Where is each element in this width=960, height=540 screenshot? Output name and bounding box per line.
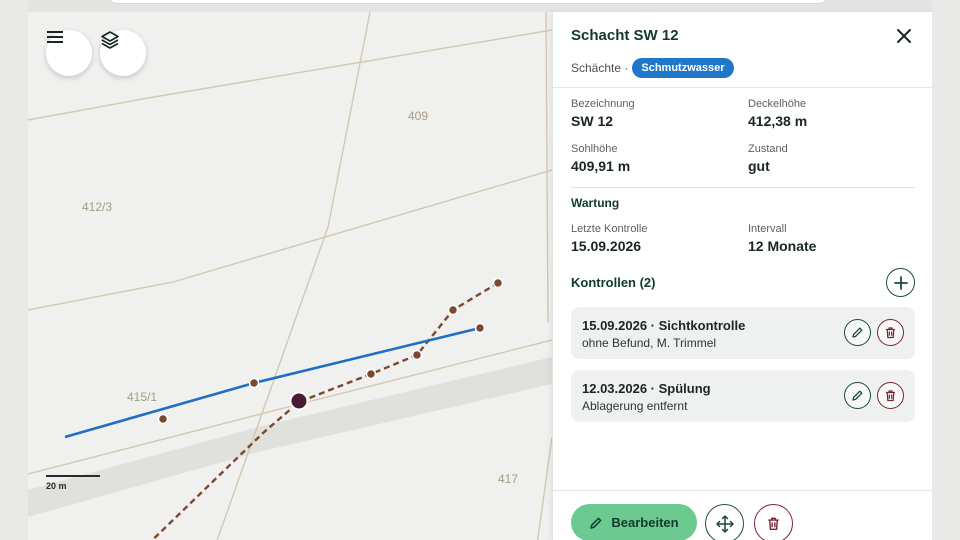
trash-icon xyxy=(886,327,895,339)
field-value: 15.09.2026 xyxy=(571,238,642,254)
field-deckelhoehe: Deckelhöhe 412,38 m xyxy=(748,98,807,129)
list-item[interactable]: 12.03.2026 · Spülung Ablagerung entfernt xyxy=(571,370,915,422)
close-icon xyxy=(897,29,911,43)
scale-bar: 20 m xyxy=(46,475,100,491)
pencil-icon xyxy=(852,390,863,401)
field-label: Zustand xyxy=(748,143,788,155)
layers-icon xyxy=(101,31,119,49)
scale-bar-label: 20 m xyxy=(46,481,67,491)
status-badge: Schmutzwasser xyxy=(632,58,734,78)
map-layer xyxy=(28,12,552,540)
app-frame: 409 412/3 415/1 417 20 m Schacht SW 12 S… xyxy=(28,0,932,540)
section-heading-kontrollen: Kontrollen (2) xyxy=(571,275,656,290)
search-input[interactable] xyxy=(108,0,828,4)
manhole-node xyxy=(492,277,504,289)
trash-icon xyxy=(768,517,779,530)
bearbeiten-button[interactable]: Bearbeiten xyxy=(571,504,697,540)
field-intervall: Intervall 12 Monate xyxy=(748,223,816,254)
scale-bar-line xyxy=(46,475,100,477)
manhole-node xyxy=(411,349,423,361)
move-button[interactable] xyxy=(705,504,744,540)
bearbeiten-label: Bearbeiten xyxy=(611,515,679,530)
field-value: gut xyxy=(748,158,770,174)
field-sohlhoehe: Sohlhöhe 409,91 m xyxy=(571,143,630,174)
list-item-title: 12.03.2026 · Spülung xyxy=(582,381,711,396)
pencil-icon xyxy=(852,327,863,338)
manhole-node xyxy=(474,322,486,334)
list-item-title: 15.09.2026 · Sichtkontrolle xyxy=(582,318,746,333)
sewer-line xyxy=(150,281,499,540)
field-label: Sohlhöhe xyxy=(571,143,618,155)
field-zustand: Zustand gut xyxy=(748,143,788,174)
panel-title: Schacht SW 12 xyxy=(571,27,679,44)
field-label: Letzte Kontrolle xyxy=(571,223,648,235)
close-button[interactable] xyxy=(893,25,915,47)
field-value: SW 12 xyxy=(571,113,614,129)
section-heading-wartung: Wartung xyxy=(571,196,620,210)
delete-button[interactable] xyxy=(877,382,904,409)
list-item-subtitle: ohne Befund, M. Trimmel xyxy=(582,336,717,350)
pencil-icon xyxy=(590,517,602,529)
list-item-subtitle: Ablagerung entfernt xyxy=(582,399,688,413)
parcel-boundaries xyxy=(28,12,552,540)
field-label: Intervall xyxy=(748,223,787,235)
road-band xyxy=(28,357,552,517)
list-item[interactable]: 15.09.2026 · Sichtkontrolle ohne Befund,… xyxy=(571,307,915,359)
field-label: Deckelhöhe xyxy=(748,98,807,110)
manhole-node xyxy=(157,413,169,425)
map-canvas[interactable]: 409 412/3 415/1 417 20 m xyxy=(28,12,552,540)
manhole-node xyxy=(248,377,260,389)
delete-button[interactable] xyxy=(877,319,904,346)
manhole-node xyxy=(365,368,377,380)
plus-icon xyxy=(893,275,908,290)
menu-icon xyxy=(47,31,63,43)
edit-button[interactable] xyxy=(844,382,871,409)
edit-button[interactable] xyxy=(844,319,871,346)
field-label: Bezeichnung xyxy=(571,98,635,110)
detail-panel: Schacht SW 12 Schächte · Schmutzwasser B… xyxy=(552,12,932,540)
parcel-label: 415/1 xyxy=(127,390,158,404)
add-kontrolle-button[interactable] xyxy=(886,268,915,297)
trash-icon xyxy=(886,390,895,402)
parcel-label: 417 xyxy=(498,472,519,486)
delete-object-button[interactable] xyxy=(754,504,793,540)
field-value: 412,38 m xyxy=(748,113,808,129)
field-value: 409,91 m xyxy=(571,158,631,174)
panel-footer: Bearbeiten xyxy=(553,490,932,540)
field-letzte-kontrolle: Letzte Kontrolle 15.09.2026 xyxy=(571,223,647,254)
selected-manhole xyxy=(289,391,309,411)
menu-button[interactable] xyxy=(46,30,92,76)
move-icon xyxy=(715,514,734,533)
field-bezeichnung: Bezeichnung SW 12 xyxy=(571,98,635,129)
parcel-label: 409 xyxy=(408,109,429,123)
parcel-label: 412/3 xyxy=(82,200,113,214)
field-value: 12 Monate xyxy=(748,238,817,254)
category-label: Schächte · xyxy=(571,61,629,75)
layers-button[interactable] xyxy=(100,30,146,76)
section-divider xyxy=(571,187,915,188)
panel-subtitle: Schächte · Schmutzwasser xyxy=(571,58,734,78)
panel-header: Schacht SW 12 Schächte · Schmutzwasser xyxy=(553,12,932,88)
top-bar xyxy=(28,0,932,12)
manhole-node xyxy=(447,304,459,316)
